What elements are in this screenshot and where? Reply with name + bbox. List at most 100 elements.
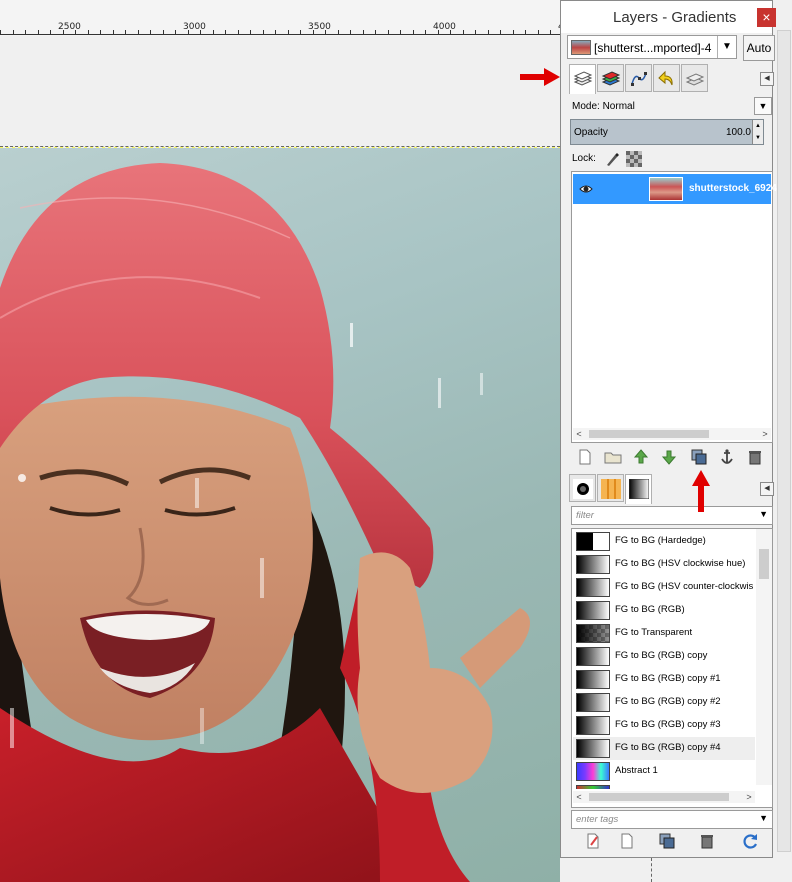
lock-pixels-icon[interactable] [604, 151, 620, 167]
gradient-name: FG to BG (RGB) copy #3 [615, 719, 721, 730]
scroll-right-icon[interactable]: > [743, 791, 755, 803]
ruler-tick [187, 30, 189, 34]
list-item[interactable]: FG to BG (Hardedge) [573, 530, 755, 553]
tab-paths[interactable] [625, 64, 652, 92]
ruler-tick [375, 30, 376, 34]
window-vertical-scrollbar[interactable] [777, 30, 791, 852]
ruler-tick [450, 30, 451, 34]
opacity-slider[interactable]: Opacity 100.0 ▲ ▼ [570, 119, 764, 145]
gradient-name: FG to BG (HSV counter-clockwis [615, 581, 754, 592]
tab-undo-history[interactable] [653, 64, 680, 92]
list-item[interactable]: FG to Transparent [573, 622, 755, 645]
ruler-tick [312, 30, 314, 34]
list-item[interactable]: FG to BG (RGB) copy [573, 645, 755, 668]
ruler-tick [75, 30, 76, 34]
list-item[interactable]: FG to BG (RGB) copy #4 [573, 737, 755, 760]
list-item[interactable] [573, 783, 755, 789]
chevron-down-icon[interactable]: ▼ [759, 813, 768, 823]
list-item[interactable]: FG to BG (HSV clockwise hue) [573, 553, 755, 576]
ruler-tick [350, 30, 351, 34]
ruler-tick [500, 30, 501, 34]
refresh-gradients-icon[interactable] [741, 831, 761, 851]
layer-chain-toggle[interactable] [601, 174, 641, 204]
ruler-tick [462, 30, 464, 34]
scroll-left-icon[interactable]: < [573, 791, 585, 803]
list-item[interactable]: Abstract 1 [573, 760, 755, 783]
chevron-down-icon[interactable]: ▼ [717, 36, 736, 58]
list-item[interactable]: FG to BG (HSV counter-clockwis [573, 576, 755, 599]
auto-button[interactable]: Auto [743, 35, 775, 61]
scroll-left-icon[interactable]: < [573, 428, 585, 440]
delete-gradient-icon[interactable] [697, 831, 717, 851]
gradient-name: FG to BG (RGB) [615, 604, 685, 615]
chevron-down-icon[interactable]: ▼ [759, 509, 768, 519]
new-gradient-icon[interactable] [617, 831, 637, 851]
ruler-tick [200, 30, 201, 34]
dock-titlebar[interactable]: Layers - Gradients × [561, 1, 776, 33]
gradient-list[interactable]: FG to BG (Hardedge) FG to BG (HSV clockw… [571, 528, 773, 808]
delete-layer-icon[interactable] [745, 447, 765, 467]
canvas-image[interactable] [0, 148, 560, 882]
tab-patterns[interactable] [597, 474, 624, 502]
ruler-tick [175, 30, 176, 34]
tags-placeholder: enter tags [576, 814, 619, 825]
list-item[interactable]: FG to BG (RGB) copy #1 [573, 668, 755, 691]
panel-menu-icon[interactable]: ◀ [760, 72, 774, 86]
gradients-tab-icon [629, 479, 649, 499]
ruler-tick [525, 30, 526, 34]
duplicate-gradient-icon[interactable] [657, 831, 677, 851]
raise-layer-icon[interactable] [631, 447, 651, 467]
chevron-down-icon[interactable]: ▼ [754, 97, 772, 115]
layer-list[interactable]: shutterstock_6924 < > [571, 171, 777, 443]
new-layer-group-icon[interactable] [603, 447, 623, 467]
gradient-list-hscroll[interactable]: < > [573, 791, 755, 803]
layer-mode-row[interactable]: Mode: Normal ▼ [570, 97, 774, 117]
ruler-tick [37, 30, 39, 34]
ruler-baseline [0, 34, 560, 35]
list-item[interactable]: FG to BG (RGB) copy #3 [573, 714, 755, 737]
gradient-list-vscroll[interactable] [756, 529, 772, 785]
gradient-name: FG to BG (HSV clockwise hue) [615, 558, 746, 569]
eye-icon[interactable] [579, 182, 593, 196]
tab-gradients[interactable] [625, 474, 652, 504]
ruler-tick [287, 30, 289, 34]
opacity-spinner[interactable]: ▲ ▼ [752, 120, 763, 144]
gradient-swatch [576, 578, 610, 597]
gradient-swatch [576, 601, 610, 620]
scroll-thumb[interactable] [589, 430, 709, 438]
scroll-thumb[interactable] [589, 793, 729, 801]
duplicate-layer-icon[interactable] [689, 447, 709, 467]
channels-tab-icon [601, 71, 621, 86]
scroll-thumb[interactable] [759, 549, 769, 579]
layer-row[interactable]: shutterstock_6924 [573, 174, 777, 204]
gradient-filter-field[interactable]: filter ▼ [571, 506, 773, 525]
ruler-tick [325, 30, 326, 34]
ruler-tick [225, 30, 226, 34]
layers-button-row [575, 447, 771, 467]
gradient-swatch [576, 647, 610, 666]
tab-extra[interactable] [681, 64, 708, 92]
layer-list-scrollbar[interactable]: < > [573, 428, 771, 440]
new-layer-icon[interactable] [575, 447, 595, 467]
ruler-tick [237, 30, 239, 34]
tab-brushes[interactable] [569, 474, 596, 502]
list-item[interactable]: FG to BG (RGB) copy #2 [573, 691, 755, 714]
lower-layer-icon[interactable] [659, 447, 679, 467]
panel-menu-icon[interactable]: ◀ [760, 482, 774, 496]
ruler-tick [12, 30, 14, 34]
scroll-right-icon[interactable]: > [759, 428, 771, 440]
image-selector[interactable]: [shutterst...mported]-4 ▼ [567, 35, 737, 59]
edit-gradient-icon[interactable] [583, 831, 603, 851]
ruler-tick [275, 30, 276, 34]
list-item[interactable]: FG to BG (RGB) [573, 599, 755, 622]
tab-channels[interactable] [597, 64, 624, 92]
ruler-tick [425, 30, 426, 34]
ruler-tick [550, 30, 551, 34]
lock-alpha-icon[interactable] [626, 151, 642, 167]
anchor-layer-icon[interactable] [717, 447, 737, 467]
ruler-tick [0, 30, 1, 34]
tab-layers[interactable] [569, 64, 596, 94]
gradient-swatch [576, 624, 610, 643]
gradient-tags-field[interactable]: enter tags ▼ [571, 810, 773, 829]
close-button[interactable]: × [757, 8, 776, 27]
